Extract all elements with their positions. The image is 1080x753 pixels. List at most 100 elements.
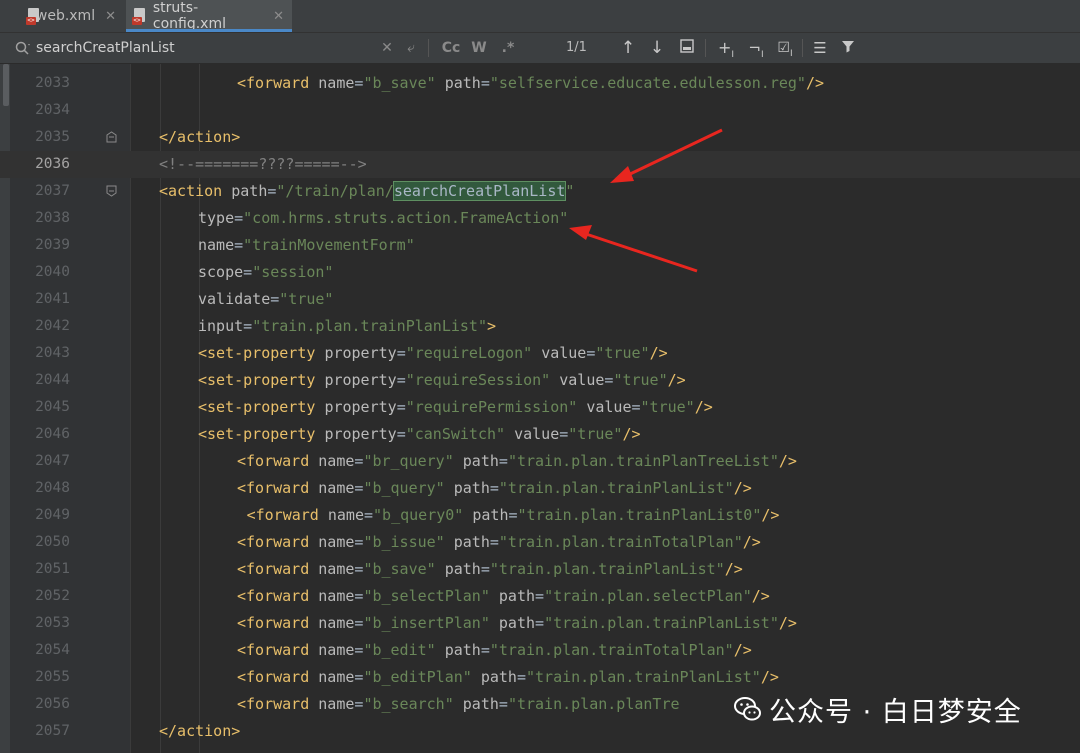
code-text[interactable]: <set-property property="requireSession" … bbox=[198, 367, 686, 394]
code-text[interactable]: <forward name="b_query0" path="train.pla… bbox=[247, 502, 780, 529]
code-line[interactable]: 2044 <set-property property="requireSessi… bbox=[0, 367, 1080, 394]
code-token: name bbox=[318, 614, 355, 632]
code-text[interactable]: <set-property property="canSwitch" value… bbox=[198, 421, 641, 448]
code-text[interactable]: <action path="/train/plan/searchCreatPla… bbox=[159, 178, 574, 205]
code-text[interactable]: type="com.hrms.struts.action.FrameAction… bbox=[198, 205, 568, 232]
code-line[interactable]: 2039 name="trainMovementForm" bbox=[0, 232, 1080, 259]
code-line[interactable]: 2033 <forward name="b_save" path="selfser… bbox=[0, 70, 1080, 97]
add-selection-icon[interactable]: +I bbox=[714, 38, 738, 60]
tab-struts-config-xml[interactable]: <> struts-config.xml ✕ bbox=[126, 0, 292, 32]
code-text[interactable]: input="train.plan.trainPlanList"> bbox=[198, 313, 496, 340]
code-line[interactable]: 2034 bbox=[0, 97, 1080, 124]
code-text[interactable]: <forward name="b_query" path="train.plan… bbox=[237, 475, 752, 502]
regex-toggle[interactable]: .* bbox=[498, 38, 518, 58]
close-icon[interactable]: ✕ bbox=[105, 9, 116, 24]
code-text[interactable]: </action> bbox=[159, 718, 240, 745]
close-icon[interactable]: ✕ bbox=[273, 9, 284, 24]
code-token: path bbox=[453, 479, 490, 497]
code-token: "train.plan.trainPlanList" bbox=[498, 479, 734, 497]
code-token: "requireLogon" bbox=[405, 344, 533, 362]
unselect-occurrence-icon[interactable]: ¬I bbox=[744, 38, 768, 60]
code-text[interactable]: name="trainMovementForm" bbox=[198, 232, 415, 259]
code-token: value bbox=[586, 398, 632, 416]
code-line[interactable]: 2036 <!--=======????=====--> bbox=[0, 151, 1080, 178]
code-token: "br_query" bbox=[363, 452, 454, 470]
code-token: name bbox=[327, 506, 364, 524]
code-editor[interactable]: 2033 <forward name="b_save" path="selfser… bbox=[0, 70, 1080, 753]
search-input[interactable] bbox=[36, 40, 366, 56]
code-text[interactable]: <forward name="b_save" path="train.plan.… bbox=[237, 556, 743, 583]
code-line[interactable]: 2048 <forward name="b_query" path="train.… bbox=[0, 475, 1080, 502]
code-text[interactable]: </action> bbox=[159, 124, 240, 151]
code-token: /> bbox=[742, 533, 761, 551]
code-token: = bbox=[396, 425, 406, 443]
code-line[interactable]: 2050 <forward name="b_issue" path="train.… bbox=[0, 529, 1080, 556]
code-text[interactable]: <set-property property="requireLogon" va… bbox=[198, 340, 668, 367]
code-line[interactable]: 2037 <action path="/train/plan/searchCrea… bbox=[0, 178, 1080, 205]
code-token: "b_query0" bbox=[373, 506, 464, 524]
code-text[interactable]: <!--=======????=====--> bbox=[159, 151, 367, 178]
code-line[interactable]: 2053 <forward name="b_insertPlan" path="t… bbox=[0, 610, 1080, 637]
filter-icon[interactable] bbox=[838, 38, 858, 58]
previous-occurrence-icon[interactable]: ↑ bbox=[618, 38, 638, 58]
code-line[interactable]: 2043 <set-property property="requireLogon… bbox=[0, 340, 1080, 367]
new-line-icon[interactable]: ⤶ bbox=[403, 38, 419, 58]
code-line[interactable]: 2035 </action> bbox=[0, 124, 1080, 151]
code-text[interactable]: <forward name="b_selectPlan" path="train… bbox=[237, 583, 770, 610]
code-text[interactable]: <forward name="b_search" path="train.pla… bbox=[237, 691, 680, 718]
code-token: "train.plan.trainPlanList" bbox=[489, 560, 725, 578]
code-text[interactable]: <forward name="b_editPlan" path="train.p… bbox=[237, 664, 779, 691]
match-case-toggle[interactable]: Cc bbox=[440, 38, 462, 58]
code-line[interactable]: 2045 <set-property property="requirePermi… bbox=[0, 394, 1080, 421]
fold-end-icon[interactable] bbox=[106, 131, 117, 143]
code-line[interactable]: 2054 <forward name="b_edit" path="train.p… bbox=[0, 637, 1080, 664]
code-token: name bbox=[318, 587, 355, 605]
code-token: <set-property bbox=[198, 425, 316, 443]
code-line[interactable]: 2047 <forward name="br_query" path="train… bbox=[0, 448, 1080, 475]
code-line[interactable]: 2049 <forward name="b_query0" path="train… bbox=[0, 502, 1080, 529]
code-text[interactable]: <forward name="b_insertPlan" path="train… bbox=[237, 610, 797, 637]
whole-words-toggle[interactable]: W bbox=[470, 38, 488, 58]
line-number: 2047 bbox=[35, 453, 70, 469]
code-text[interactable]: <forward name="b_issue" path="train.plan… bbox=[237, 529, 761, 556]
xml-file-icon: <> bbox=[26, 8, 39, 25]
code-line[interactable]: 2051 <forward name="b_save" path="train.p… bbox=[0, 556, 1080, 583]
code-token: "train.plan.trainPlanList" bbox=[252, 317, 487, 335]
code-text[interactable]: <forward name="b_edit" path="train.plan.… bbox=[237, 637, 752, 664]
code-text[interactable]: <set-property property="requirePermissio… bbox=[198, 394, 713, 421]
code-token: = bbox=[631, 398, 641, 416]
code-line[interactable]: 2052 <forward name="b_selectPlan" path="t… bbox=[0, 583, 1080, 610]
line-number: 2048 bbox=[35, 480, 70, 496]
code-token: /> bbox=[733, 479, 752, 497]
code-line[interactable]: 2040 scope="session" bbox=[0, 259, 1080, 286]
clear-search-icon[interactable]: ✕ bbox=[380, 38, 394, 58]
code-text[interactable]: <forward name="b_save" path="selfservice… bbox=[237, 70, 824, 97]
code-token: = bbox=[270, 290, 280, 308]
tab-label: web.xml bbox=[35, 8, 96, 24]
tab-web-xml[interactable]: <> web.xml ✕ bbox=[20, 0, 124, 32]
select-all-icon[interactable]: ☑I bbox=[773, 38, 797, 59]
filter-results-icon[interactable]: ☰ bbox=[810, 38, 830, 58]
code-token: path bbox=[231, 182, 268, 200]
code-token: </action> bbox=[159, 128, 241, 146]
code-line[interactable]: 2041 validate="true" bbox=[0, 286, 1080, 313]
code-text[interactable]: validate="true" bbox=[198, 286, 333, 313]
code-text[interactable]: scope="session" bbox=[198, 259, 333, 286]
code-line[interactable]: 2038 type="com.hrms.struts.action.FrameAc… bbox=[0, 205, 1080, 232]
code-line[interactable]: 2042 input="train.plan.trainPlanList"> bbox=[0, 313, 1080, 340]
next-occurrence-icon[interactable]: ↓ bbox=[647, 38, 667, 58]
code-line[interactable]: 2055 <forward name="b_editPlan" path="tra… bbox=[0, 664, 1080, 691]
fold-collapse-icon[interactable] bbox=[106, 185, 117, 197]
select-all-occurrences-icon[interactable] bbox=[677, 38, 697, 58]
search-icon[interactable] bbox=[14, 39, 32, 57]
code-text[interactable]: <forward name="br_query" path="train.pla… bbox=[237, 448, 797, 475]
code-token: "train.plan.trainPlanTreeList" bbox=[507, 452, 779, 470]
code-token: path bbox=[462, 695, 499, 713]
code-line[interactable]: 2046 <set-property property="canSwitch" v… bbox=[0, 421, 1080, 448]
